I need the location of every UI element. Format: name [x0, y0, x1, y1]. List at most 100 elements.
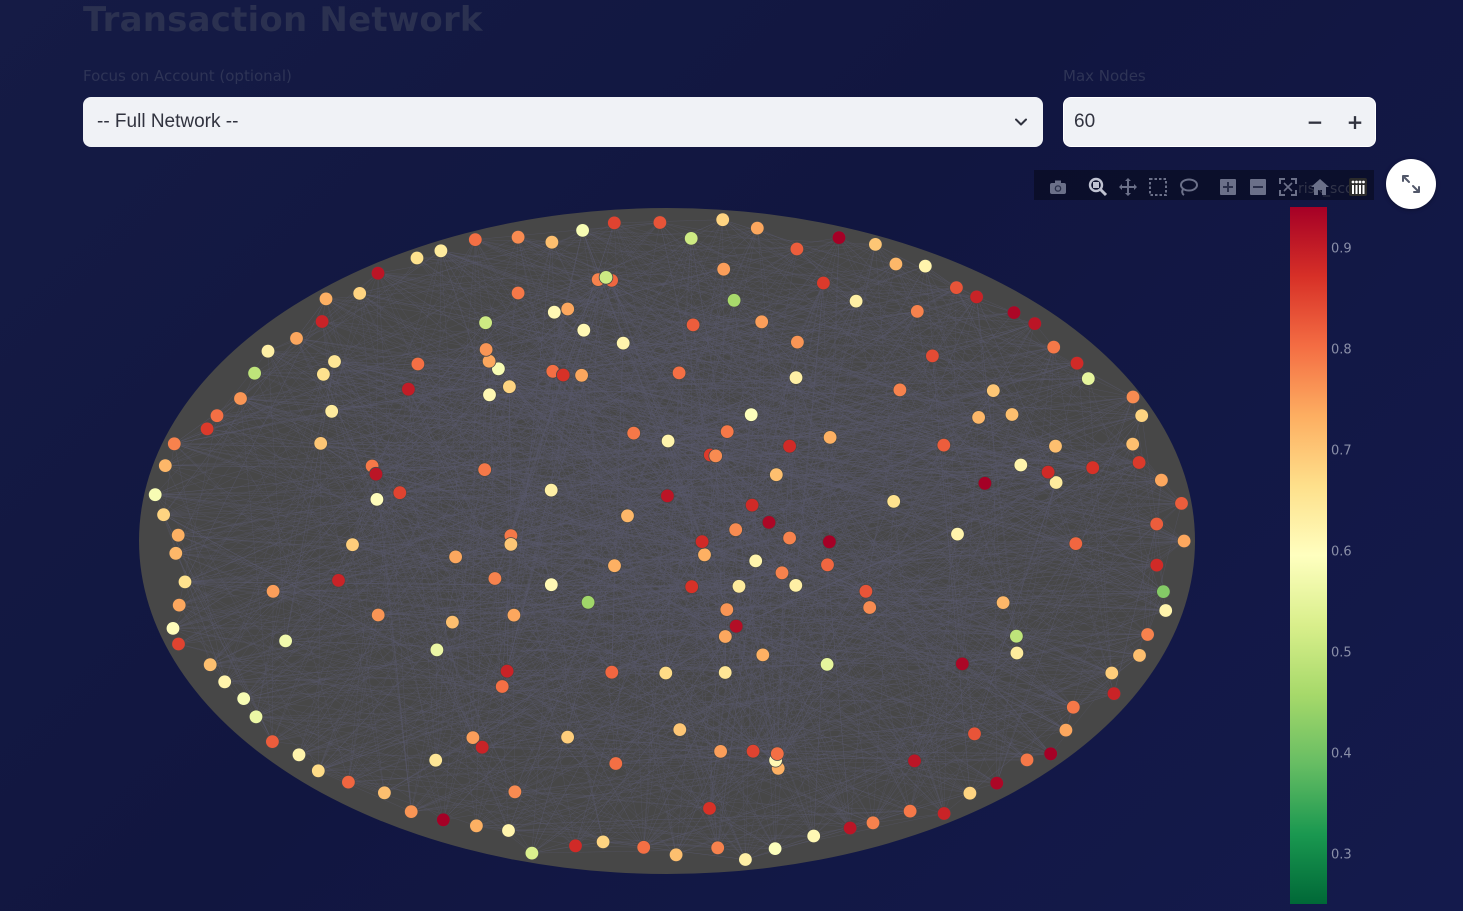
graph-node[interactable] [767, 841, 783, 856]
graph-node[interactable] [744, 497, 760, 513]
graph-node[interactable] [209, 408, 225, 423]
graph-node[interactable] [660, 433, 676, 449]
graph-node[interactable] [291, 747, 307, 763]
graph-node[interactable] [289, 331, 304, 346]
graph-node[interactable] [1156, 584, 1171, 599]
graph-node[interactable] [782, 530, 797, 546]
reset-axes-icon[interactable] [1310, 177, 1330, 197]
graph-node[interactable] [671, 365, 687, 381]
graph-node[interactable] [560, 301, 575, 317]
graph-node[interactable] [748, 553, 763, 569]
graph-node[interactable] [616, 335, 631, 351]
graph-node[interactable] [918, 258, 933, 274]
graph-node[interactable] [475, 740, 490, 755]
graph-node[interactable] [1046, 339, 1061, 355]
graph-node[interactable] [713, 744, 728, 759]
graph-node[interactable] [547, 305, 562, 320]
graph-node[interactable] [892, 382, 908, 398]
graph-node[interactable] [478, 342, 494, 357]
graph-node[interactable] [738, 852, 753, 867]
graph-node[interactable] [986, 383, 1001, 398]
zoom-out-icon[interactable] [1248, 177, 1268, 197]
box-select-icon[interactable] [1148, 177, 1168, 197]
graph-node[interactable] [1125, 389, 1141, 405]
graph-node[interactable] [167, 436, 182, 452]
graph-node[interactable] [788, 578, 804, 593]
graph-node[interactable] [862, 600, 877, 615]
graph-node[interactable] [848, 293, 864, 309]
graph-node[interactable] [1009, 645, 1025, 661]
autoscale-icon[interactable] [1278, 177, 1298, 197]
graph-node[interactable] [755, 647, 771, 663]
graph-node[interactable] [995, 595, 1011, 610]
graph-node[interactable] [410, 356, 426, 372]
graph-node[interactable] [1027, 316, 1043, 331]
graph-node[interactable] [842, 820, 858, 836]
graph-node[interactable] [816, 275, 831, 291]
graph-node[interactable] [495, 679, 510, 694]
graph-node[interactable] [626, 425, 641, 441]
graph-node[interactable] [1154, 472, 1169, 488]
graph-node[interactable] [503, 537, 519, 552]
graph-node[interactable] [1066, 700, 1081, 715]
graph-node[interactable] [507, 784, 523, 800]
graph-node[interactable] [1176, 533, 1192, 549]
camera-icon[interactable] [1048, 177, 1068, 197]
pan-icon[interactable] [1118, 177, 1138, 197]
graph-node[interactable] [950, 526, 965, 542]
graph-node[interactable] [575, 223, 590, 238]
graph-node[interactable] [158, 458, 173, 473]
graph-node[interactable] [971, 410, 986, 425]
graph-node[interactable] [745, 744, 761, 759]
graph-node[interactable] [822, 430, 838, 445]
graph-node[interactable] [171, 636, 186, 652]
graph-node[interactable] [331, 573, 346, 588]
graph-node[interactable] [368, 466, 384, 482]
graph-node[interactable] [278, 633, 293, 649]
graph-node[interactable] [544, 482, 559, 498]
graph-node[interactable] [428, 753, 443, 768]
graph-node[interactable] [708, 448, 723, 464]
graph-node[interactable] [1149, 516, 1164, 532]
graph-node[interactable] [314, 314, 330, 329]
graph-node[interactable] [726, 293, 742, 308]
graph-node[interactable] [568, 838, 583, 854]
graph-node[interactable] [710, 840, 725, 856]
graph-node[interactable] [962, 786, 978, 801]
graph-node[interactable] [668, 847, 684, 863]
graph-node[interactable] [524, 845, 540, 861]
graph-node[interactable] [482, 387, 497, 403]
fullscreen-button[interactable] [1386, 159, 1436, 209]
graph-node[interactable] [392, 485, 408, 500]
graph-node[interactable] [910, 304, 925, 319]
graph-node[interactable] [774, 565, 790, 581]
graph-node[interactable] [822, 534, 837, 550]
graph-node[interactable] [1006, 305, 1022, 320]
graph-node[interactable] [925, 348, 940, 364]
graph-node[interactable] [1048, 439, 1063, 454]
graph-node[interactable] [788, 370, 804, 385]
graph-node[interactable] [580, 595, 596, 610]
graph-node[interactable] [1134, 408, 1149, 423]
graph-node[interactable] [718, 629, 733, 644]
graph-node[interactable] [506, 607, 522, 623]
graph-node[interactable] [907, 753, 922, 769]
graph-node[interactable] [1149, 557, 1165, 573]
graph-node[interactable] [1068, 536, 1084, 551]
graph-node[interactable] [865, 815, 881, 831]
lasso-icon[interactable] [1178, 177, 1198, 197]
graph-node[interactable] [370, 266, 386, 281]
graph-node[interactable] [750, 220, 765, 236]
graph-node[interactable] [409, 250, 425, 266]
graph-node[interactable] [820, 557, 835, 573]
graph-node[interactable] [544, 234, 560, 250]
graph-node[interactable] [658, 665, 674, 681]
graph-node[interactable] [247, 366, 262, 381]
graph-node[interactable] [544, 577, 559, 592]
graph-node[interactable] [469, 818, 484, 834]
graph-node[interactable] [345, 537, 360, 552]
graph-node[interactable] [955, 656, 970, 672]
graph-node[interactable] [217, 674, 232, 690]
graph-node[interactable] [265, 734, 280, 749]
graph-node[interactable] [236, 691, 251, 706]
